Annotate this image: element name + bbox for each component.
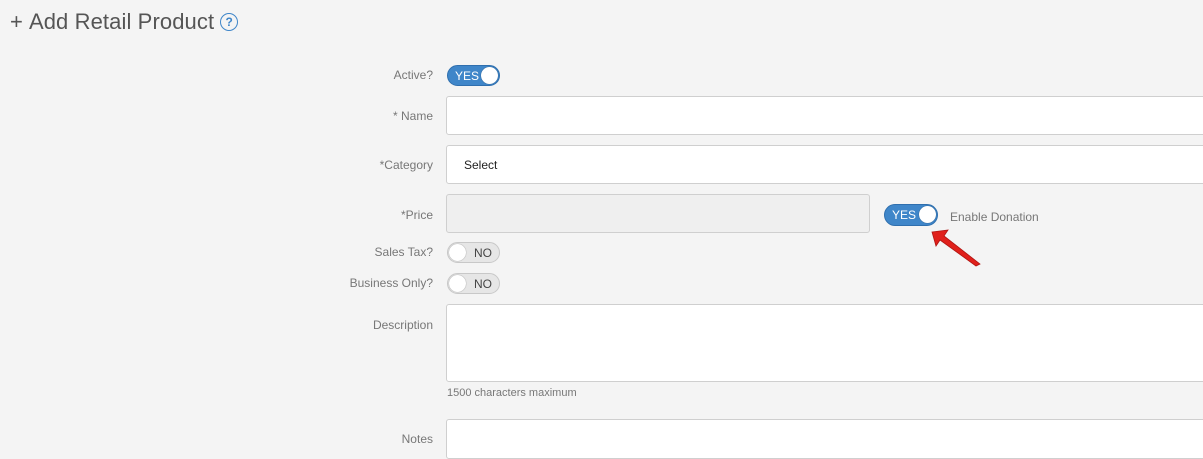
active-toggle[interactable]: YES — [447, 65, 500, 86]
price-label: *Price — [400, 208, 433, 222]
description-hint: 1500 characters maximum — [447, 387, 577, 399]
business-only-toggle-text: NO — [474, 277, 492, 291]
business-only-toggle[interactable]: NO — [447, 273, 500, 294]
notes-label: Notes — [401, 432, 433, 446]
toggle-knob — [481, 67, 498, 84]
enable-donation-toggle[interactable]: YES — [884, 204, 938, 226]
name-input[interactable] — [446, 96, 1203, 135]
notes-textarea[interactable] — [446, 419, 1203, 459]
active-toggle-text: YES — [455, 69, 480, 83]
donation-toggle-text: YES — [892, 208, 917, 222]
sales-tax-label: Sales Tax? — [374, 245, 433, 259]
sales-tax-toggle[interactable]: NO — [447, 242, 500, 263]
description-textarea[interactable] — [446, 304, 1203, 382]
name-label: * Name — [392, 109, 433, 123]
enable-donation-label: Enable Donation — [950, 210, 1039, 224]
sales-tax-toggle-text: NO — [474, 246, 492, 260]
category-label: *Category — [379, 158, 433, 172]
plus-icon: + — [10, 9, 23, 34]
toggle-knob — [919, 206, 936, 223]
description-label: Description — [372, 318, 433, 332]
category-select-value: Select — [464, 158, 498, 172]
help-icon[interactable]: ? — [220, 13, 239, 31]
price-input[interactable] — [446, 194, 870, 233]
page-title-text: Add Retail Product — [28, 9, 215, 34]
page-title: + Add Retail Product ? — [10, 9, 239, 35]
category-select[interactable]: Select — [446, 145, 1203, 184]
red-arrow-icon — [931, 229, 981, 267]
active-label: Active? — [393, 68, 433, 82]
toggle-knob — [449, 275, 466, 292]
business-only-label: Business Only? — [349, 276, 433, 290]
toggle-knob — [449, 244, 466, 261]
